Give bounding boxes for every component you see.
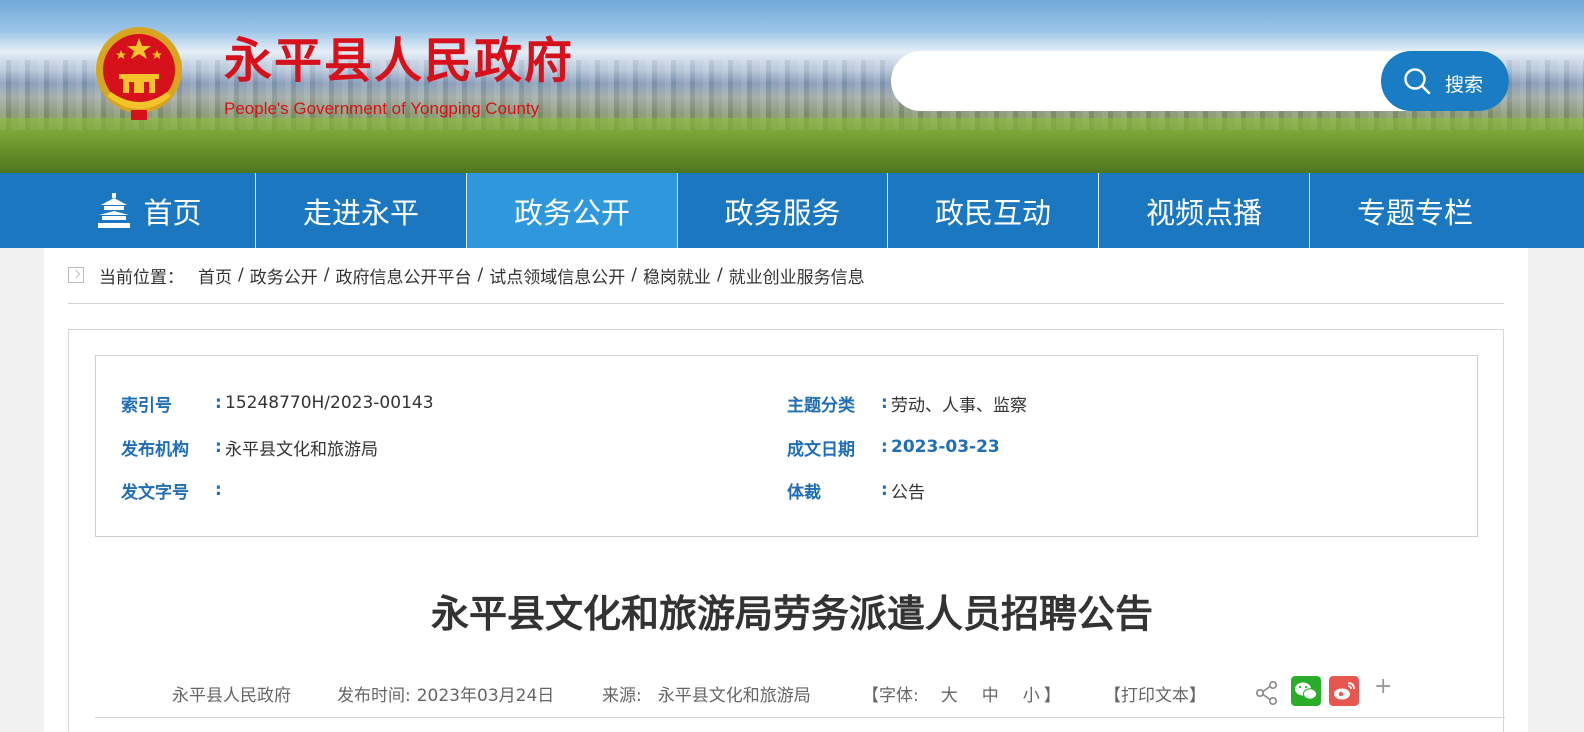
print-button[interactable]: 【打印文本】 xyxy=(1104,681,1206,706)
home-tower-icon xyxy=(98,192,131,228)
meta-colon: : xyxy=(215,437,222,457)
more-share-button[interactable]: + xyxy=(1374,674,1392,699)
meta-publisher: 发布机构 : 永平县文化和旅游局 xyxy=(121,434,378,460)
location-icon xyxy=(68,267,84,283)
breadcrumb-current[interactable]: 就业创业服务信息 xyxy=(729,263,865,288)
meta-value: 15248770H/2023-00143 xyxy=(225,393,434,413)
publish-label: 发布时间: xyxy=(337,685,411,706)
share-icon[interactable] xyxy=(1254,680,1280,706)
nav-item-about[interactable]: 走进永平 xyxy=(256,173,466,248)
search-icon xyxy=(1404,68,1431,95)
breadcrumb-prefix: 当前位置： xyxy=(99,267,184,288)
national-emblem-icon xyxy=(96,27,182,120)
meta-colon: : xyxy=(215,393,222,413)
article-source: 来源: 永平县文化和旅游局 xyxy=(602,680,811,706)
nav-item-video[interactable]: 视频点播 xyxy=(1099,173,1309,248)
meta-key: 发文字号 xyxy=(121,482,189,503)
meta-key: 主题分类 xyxy=(787,395,855,416)
meta-value: 2023-03-23 xyxy=(891,437,1000,457)
meta-date: 成文日期 : 2023-03-23 xyxy=(787,434,1000,460)
breadcrumb-home[interactable]: 首页 xyxy=(198,263,232,288)
article-site: 永平县人民政府 xyxy=(172,680,291,706)
search-input[interactable] xyxy=(911,61,1371,101)
font-small-button[interactable]: 小 xyxy=(1023,681,1040,706)
meta-key: 发布机构 xyxy=(121,439,189,460)
meta-genre: 体裁 : 公告 xyxy=(787,477,925,503)
meta-doc-no: 发文字号 : xyxy=(121,477,225,503)
nav-item-interaction[interactable]: 政民互动 xyxy=(888,173,1098,248)
font-close-bracket: 】 xyxy=(1043,685,1061,706)
breadcrumb: 当前位置： 首页 / 政务公开 / 政府信息公开平台 / 试点领域信息公开 / … xyxy=(68,262,865,288)
nav-item-label: 首页 xyxy=(143,195,202,230)
font-label: 【字体: xyxy=(862,685,919,706)
article-site-name: 永平县人民政府 xyxy=(172,685,291,706)
site-subtitle: People's Government of Yongping County xyxy=(224,99,540,118)
nav-item-government-affairs[interactable]: 政务公开 xyxy=(467,173,677,248)
article-publish-time: 发布时间: 2023年03月24日 xyxy=(337,680,554,706)
meta-colon: : xyxy=(881,480,888,500)
breadcrumb-separator: / xyxy=(631,265,637,285)
banner-field-scenery xyxy=(0,118,1584,173)
source-value: 永平县文化和旅游局 xyxy=(657,685,811,706)
weibo-share-icon[interactable] xyxy=(1329,676,1359,706)
nav-item-home[interactable]: 首页 xyxy=(44,173,255,248)
nav-item-topics[interactable]: 专题专栏 xyxy=(1310,173,1520,248)
nav-item-label: 政民互动 xyxy=(934,195,1051,230)
nav-item-label: 走进永平 xyxy=(302,195,419,230)
source-label: 来源: xyxy=(602,685,642,706)
search-button[interactable]: 搜索 xyxy=(1381,51,1509,111)
search-button-label: 搜索 xyxy=(1445,74,1484,96)
breadcrumb-separator: / xyxy=(716,265,723,285)
search-bar: 搜索 xyxy=(891,51,1509,111)
nav-item-services[interactable]: 政务服务 xyxy=(678,173,887,248)
meta-colon: : xyxy=(215,480,222,500)
font-size-controls: 【字体: 大 中 小 】 xyxy=(862,680,1061,706)
breadcrumb-separator: / xyxy=(238,265,244,285)
info-divider xyxy=(95,717,1505,718)
breadcrumb-divider xyxy=(68,303,1504,304)
meta-value: 永平县文化和旅游局 xyxy=(225,439,378,460)
font-medium-button[interactable]: 中 xyxy=(982,681,999,706)
nav-item-label: 视频点播 xyxy=(1145,195,1262,230)
breadcrumb-separator: / xyxy=(477,265,484,285)
nav-item-label: 政务公开 xyxy=(513,195,630,230)
article-title: 永平县文化和旅游局劳务派遣人员招聘公告 xyxy=(430,592,1153,636)
nav-item-label: 专题专栏 xyxy=(1356,195,1473,230)
breadcrumb-pilot-areas[interactable]: 试点领域信息公开 xyxy=(489,263,625,288)
main-nav: 首页 走进永平 政务公开 政务服务 政民互动 视频点播 专题专栏 xyxy=(0,173,1584,248)
meta-colon: : xyxy=(881,393,888,413)
meta-value: 公告 xyxy=(891,482,925,503)
meta-colon: : xyxy=(881,437,888,457)
meta-key: 体裁 xyxy=(787,482,821,503)
wechat-share-icon[interactable] xyxy=(1291,676,1321,706)
meta-topic: 主题分类 : 劳动、人事、监察 xyxy=(787,390,1027,416)
meta-value: 劳动、人事、监察 xyxy=(891,395,1027,416)
publish-date: 2023年03月24日 xyxy=(416,685,555,706)
site-title: 永平县人民政府 xyxy=(224,33,575,89)
nav-item-label: 政务服务 xyxy=(724,195,841,230)
meta-index-no: 索引号 : 15248770H/2023-00143 xyxy=(121,390,434,416)
breadcrumb-info-platform[interactable]: 政府信息公开平台 xyxy=(335,263,471,288)
print-control: 【打印文本】 xyxy=(1104,680,1206,706)
meta-key: 索引号 xyxy=(121,395,172,416)
breadcrumb-employment[interactable]: 稳岗就业 xyxy=(643,263,711,288)
breadcrumb-separator: / xyxy=(323,265,330,285)
font-large-button[interactable]: 大 xyxy=(941,681,958,706)
breadcrumb-gov-affairs[interactable]: 政务公开 xyxy=(250,263,318,288)
meta-key: 成文日期 xyxy=(787,439,855,460)
